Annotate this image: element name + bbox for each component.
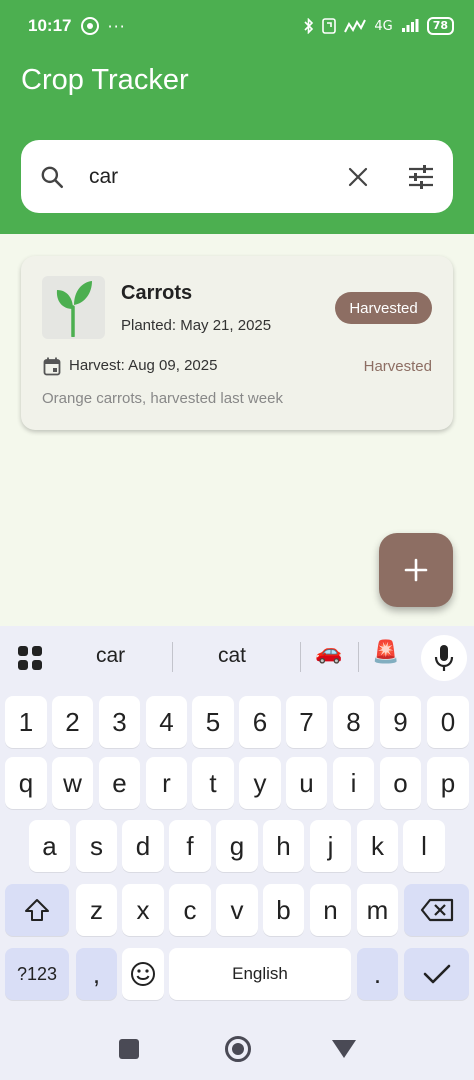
backspace-icon <box>420 898 453 922</box>
key-t[interactable]: t <box>192 757 234 809</box>
status-icons: 4G 78 <box>304 17 454 35</box>
key-o[interactable]: o <box>380 757 421 809</box>
key-4[interactable]: 4 <box>146 696 187 748</box>
symbols-key[interactable]: ?123 <box>5 948 69 1000</box>
key-9[interactable]: 9 <box>380 696 421 748</box>
microphone-icon <box>434 645 454 671</box>
key-i[interactable]: i <box>333 757 374 809</box>
key-y[interactable]: y <box>239 757 281 809</box>
suggestion-item[interactable]: car <box>96 644 125 668</box>
whatsapp-icon <box>81 17 100 35</box>
app-bar: Crop Tracker <box>0 52 474 234</box>
key-2[interactable]: 2 <box>52 696 93 748</box>
status-bar: 10:17 ··· 4G 78 <box>0 0 474 52</box>
key-u[interactable]: u <box>286 757 327 809</box>
close-icon[interactable] <box>346 165 370 189</box>
page-title: Crop Tracker <box>21 64 189 96</box>
divider <box>172 642 173 672</box>
search-icon <box>41 166 64 189</box>
calendar-icon <box>43 357 61 376</box>
key-6[interactable]: 6 <box>239 696 281 748</box>
key-x[interactable]: x <box>122 884 164 936</box>
key-e[interactable]: e <box>99 757 140 809</box>
key-1[interactable]: 1 <box>5 696 47 748</box>
crop-card[interactable]: Carrots Planted: May 21, 2025 Harvested … <box>21 256 453 430</box>
key-s[interactable]: s <box>76 820 117 872</box>
key-d[interactable]: d <box>122 820 164 872</box>
key-v[interactable]: v <box>216 884 258 936</box>
backspace-key[interactable] <box>404 884 469 936</box>
emoji-suggestion[interactable]: 🚨 <box>372 640 399 665</box>
keyboard: car cat 🚗 🚨 1 2 3 4 5 6 7 8 9 0 q w e r … <box>0 626 474 1080</box>
period-key[interactable]: . <box>357 948 398 1000</box>
key-n[interactable]: n <box>310 884 351 936</box>
key-a[interactable]: a <box>29 820 70 872</box>
crop-thumbnail <box>42 276 105 339</box>
signal-strength-icon <box>401 19 419 32</box>
microphone-button[interactable] <box>421 635 467 681</box>
key-f[interactable]: f <box>169 820 211 872</box>
suggestion-item[interactable]: cat <box>218 644 246 668</box>
key-h[interactable]: h <box>263 820 304 872</box>
key-5[interactable]: 5 <box>192 696 234 748</box>
divider <box>300 642 301 672</box>
search-input[interactable] <box>89 158 329 196</box>
nfc-icon <box>322 18 337 34</box>
emoji-suggestion[interactable]: 🚗 <box>315 640 342 665</box>
navigation-bar <box>0 1020 474 1080</box>
status-badge: Harvested <box>335 292 432 324</box>
home-icon[interactable] <box>225 1036 251 1062</box>
shift-key[interactable] <box>5 884 69 936</box>
apps-grid-icon[interactable] <box>17 645 43 671</box>
battery-icon: 78 <box>426 17 454 35</box>
key-r[interactable]: r <box>146 757 187 809</box>
space-key[interactable]: English <box>169 948 351 1000</box>
enter-key[interactable] <box>404 948 469 1000</box>
plus-icon <box>404 558 428 582</box>
bluetooth-icon <box>304 18 314 34</box>
add-crop-button[interactable] <box>379 533 453 607</box>
divider <box>358 642 359 672</box>
network-type-label: 4G <box>374 18 393 34</box>
key-q[interactable]: q <box>5 757 47 809</box>
key-b[interactable]: b <box>263 884 304 936</box>
key-c[interactable]: c <box>169 884 211 936</box>
emoji-icon <box>131 962 155 986</box>
shift-icon <box>25 899 49 921</box>
comma-key[interactable]: , <box>76 948 117 1000</box>
key-p[interactable]: p <box>427 757 469 809</box>
tune-icon[interactable] <box>407 164 435 190</box>
suggestion-bar: car cat 🚗 🚨 <box>0 626 474 688</box>
back-icon[interactable] <box>332 1040 356 1058</box>
emoji-key[interactable] <box>122 948 164 1000</box>
sprout-icon <box>56 280 92 337</box>
key-w[interactable]: w <box>52 757 93 809</box>
key-k[interactable]: k <box>357 820 398 872</box>
key-g[interactable]: g <box>216 820 258 872</box>
checkmark-icon <box>423 964 450 984</box>
signal-icon <box>344 19 367 33</box>
key-7[interactable]: 7 <box>286 696 327 748</box>
key-l[interactable]: l <box>403 820 445 872</box>
crop-notes: Orange carrots, harvested last week <box>42 390 283 407</box>
crop-name: Carrots <box>121 282 193 304</box>
recents-icon[interactable] <box>119 1039 139 1059</box>
key-3[interactable]: 3 <box>99 696 140 748</box>
search-bar[interactable] <box>21 140 453 213</box>
harvest-date: Harvest: Aug 09, 2025 <box>69 357 218 374</box>
key-j[interactable]: j <box>310 820 351 872</box>
planted-date: Planted: May 21, 2025 <box>121 317 272 334</box>
key-8[interactable]: 8 <box>333 696 374 748</box>
status-time: 10:17 <box>28 16 72 35</box>
key-m[interactable]: m <box>357 884 398 936</box>
status-label: Harvested <box>363 358 432 375</box>
more-notifications-icon: ··· <box>107 16 126 36</box>
key-0[interactable]: 0 <box>427 696 469 748</box>
key-z[interactable]: z <box>76 884 117 936</box>
